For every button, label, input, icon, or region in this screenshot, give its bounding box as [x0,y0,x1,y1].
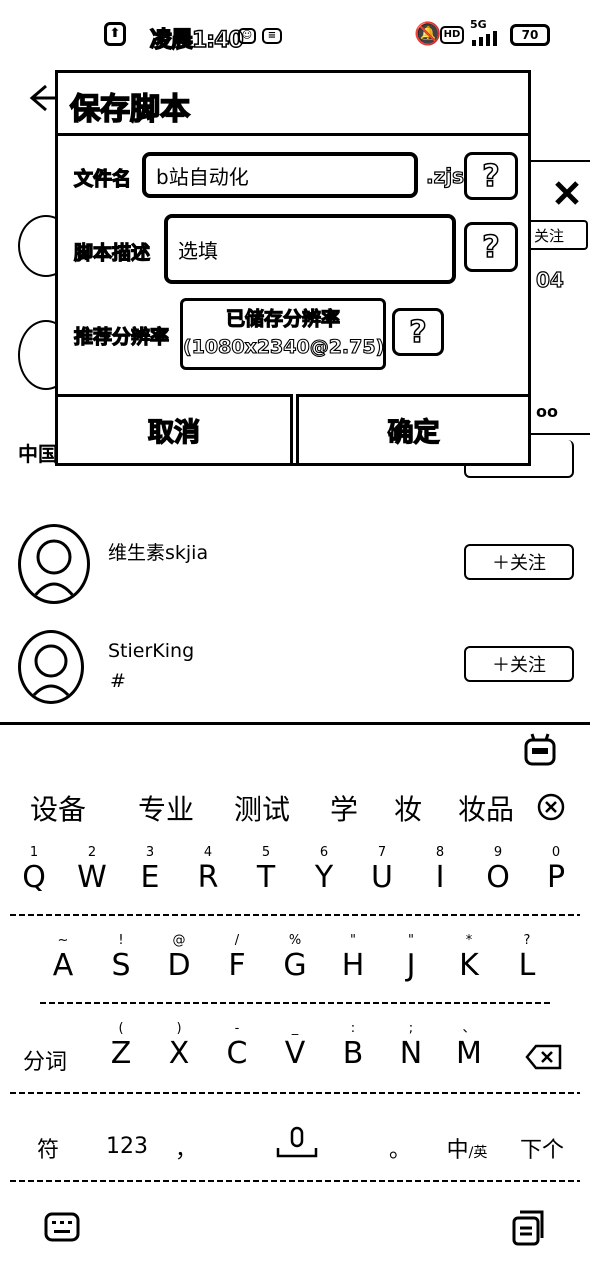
hd-icon: HD [440,26,464,44]
status-time: 凌晨1:40 [149,27,244,54]
number-key[interactable]: 123 [96,1134,158,1159]
key-row-divider [10,1180,580,1182]
avatar [18,524,90,604]
list-item[interactable]: 维生素skjia ＋关注 [0,516,590,616]
side-loop-icon: oo [536,402,558,421]
description-label: 脚本描述 [73,241,151,264]
signal-icon [470,30,506,46]
battery-icon: 70 [510,24,550,46]
key-c[interactable]: -C [209,1022,265,1072]
description-placeholder: 选填 [178,238,218,263]
key-row-3: 分词 (Z ) X -C _ V :B ; N 、 M [0,1022,590,1096]
key-x[interactable]: ) X [151,1022,207,1072]
candidate-word[interactable]: 妆品 [458,788,514,828]
key-m[interactable]: 、 M [441,1022,497,1072]
filename-input[interactable]: b站自动化 [142,152,418,198]
key-p[interactable]: 0P [528,846,584,896]
candidate-word[interactable]: 妆 [394,788,422,828]
filename-label: 文件名 [73,167,132,190]
key-v[interactable]: _ V [267,1022,323,1072]
key-r[interactable]: 4R [180,846,236,896]
help-icon: ? [482,229,501,266]
clipboard-icon[interactable] [510,1210,546,1246]
list-item[interactable]: StierKing # ＋关注 [0,620,590,720]
status-bar: ⬆ 凌晨1:40 ☺ ≡ 🔕 HD 5G 70 [0,0,590,66]
username: 维生素skjia [108,542,209,564]
filename-value: b站自动化 [156,164,249,189]
symbol-key[interactable]: 符 [20,1132,76,1164]
key-j[interactable]: " J [383,934,439,984]
key-row-divider [10,914,580,916]
notification-icon: ☺ [238,28,256,44]
segment-key[interactable]: 分词 [14,1044,76,1076]
key-a[interactable]: ~ A [35,934,91,984]
resolution-label: 推荐分辨率 [73,325,170,348]
username: StierKing [108,640,195,662]
next-key[interactable]: 下个 [510,1132,574,1164]
message-icon: ≡ [262,28,282,44]
follow-button[interactable]: ＋关注 [464,544,574,580]
key-e[interactable]: 3E [122,846,178,896]
stored-resolution-button[interactable]: 已储存分辨率 (1080x2340@2.75) [180,298,386,370]
app-indicator-icon: ⬆ [104,22,126,46]
dialog-title: 保存脚本 [69,91,191,128]
user-subtitle: # [110,670,126,692]
key-s[interactable]: ! S [93,934,149,984]
candidate-word[interactable]: 测试 [234,788,290,828]
filename-help-button[interactable]: ? [464,152,518,200]
close-icon[interactable] [552,178,582,208]
key-row-1: 1Q 2W 3E 4R 5T 6Y 7U 8I 9O 0P [0,846,590,920]
key-t[interactable]: 5T [238,846,294,896]
key-z[interactable]: (Z [93,1022,149,1072]
key-i[interactable]: 8I [412,846,468,896]
key-row-divider [40,1002,550,1004]
collapse-candidates-icon[interactable] [536,792,566,822]
battery-level: 70 [521,28,539,42]
resolution-help-button[interactable]: ? [392,308,444,356]
key-o[interactable]: 9O [470,846,526,896]
space-key[interactable] [218,1120,374,1168]
cancel-button[interactable]: 取消 [55,394,293,466]
avatar [18,630,84,704]
mute-icon: 🔕 [414,22,442,47]
key-w[interactable]: 2W [64,846,120,896]
microphone-icon [274,1126,320,1162]
key-f[interactable]: / F [209,934,265,984]
follow-button[interactable]: ＋关注 [464,646,574,682]
help-icon: ? [482,158,501,195]
key-u[interactable]: 7U [354,846,410,896]
side-number: 04 [535,267,564,292]
backspace-icon[interactable] [524,1042,564,1072]
key-g[interactable]: % G [267,934,323,984]
key-d[interactable]: @ D [151,934,207,984]
stored-resolution-value: (1080x2340@2.75) [182,335,385,358]
help-icon: ? [409,314,428,351]
description-input[interactable]: 选填 [164,214,456,284]
candidate-word[interactable]: 设备 [30,788,86,828]
candidate-word[interactable]: 专业 [138,788,194,828]
description-help-button[interactable]: ? [464,222,518,272]
key-row-2: ~ A ! S @ D / F % G " H " J * K ? L [0,934,590,1008]
stored-resolution-title: 已储存分辨率 [225,307,340,330]
key-k[interactable]: * K [441,934,497,984]
keyboard-assistant-icon[interactable] [522,732,558,768]
language-switch-key[interactable]: 中/英 [436,1132,498,1164]
key-row-4: 符 123 ， 。 中/英 下个 [0,1120,590,1180]
key-l[interactable]: ? L [499,934,555,984]
key-n[interactable]: ; N [383,1022,439,1072]
candidate-word[interactable]: 学 [330,788,358,828]
key-q[interactable]: 1Q [6,846,62,896]
period-key[interactable]: 。 [382,1132,418,1164]
key-row-divider [10,1092,580,1094]
filename-extension: .zjs [425,163,464,188]
comma-key[interactable]: ， [168,1132,204,1164]
key-y[interactable]: 6Y [296,846,352,896]
keyboard-switch-icon[interactable] [44,1212,80,1244]
brand-logo: 中国 [18,442,58,466]
key-b[interactable]: :B [325,1022,381,1072]
confirm-button[interactable]: 确定 [296,394,531,466]
key-h[interactable]: " H [325,934,381,984]
